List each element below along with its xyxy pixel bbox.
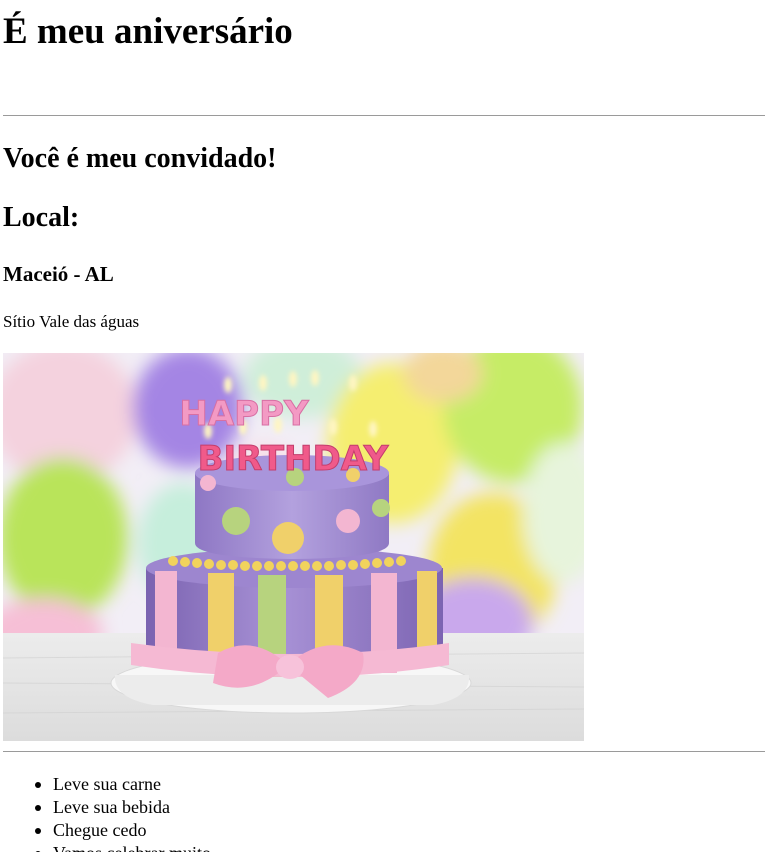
list-item: Chegue cedo	[35, 819, 211, 842]
city-heading: Maceió - AL	[3, 262, 114, 286]
location-heading: Local:	[3, 202, 80, 233]
bullet-icon	[35, 828, 41, 834]
birthday-cake-image: HAPPY BIRTHDAY	[3, 353, 584, 741]
list-item: Leve sua carne	[35, 773, 211, 796]
bullet-icon	[35, 805, 41, 811]
divider-top	[3, 115, 765, 116]
venue-text: Sítio Vale das águas	[3, 312, 140, 331]
page-title: É meu aniversário	[3, 11, 293, 52]
instructions-list: Leve sua carne Leve sua bebida Chegue ce…	[3, 773, 211, 852]
invite-heading: Você é meu convidado!	[3, 143, 277, 174]
bullet-icon	[35, 782, 41, 788]
candle-text-bottom: BIRTHDAY	[198, 439, 389, 479]
list-item: Leve sua bebida	[35, 796, 211, 819]
list-item: Vamos celebrar muito	[35, 842, 211, 852]
divider-bottom	[3, 751, 765, 752]
candle-text-top: HAPPY	[179, 394, 309, 434]
